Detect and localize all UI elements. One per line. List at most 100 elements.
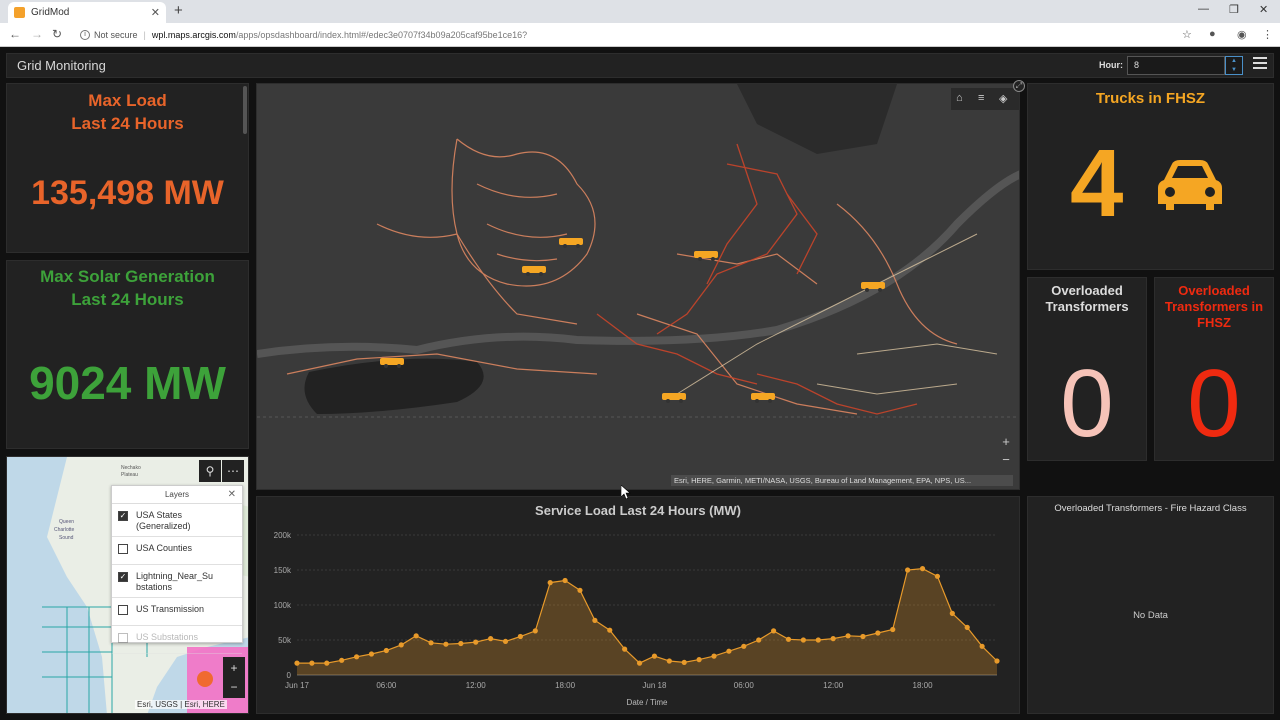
checkbox-icon[interactable]: [118, 605, 128, 615]
data-point: [368, 651, 375, 657]
layer-list-icon[interactable]: ◈: [999, 92, 1007, 105]
x-tick-label: 18:00: [555, 681, 576, 690]
truck-icon[interactable]: [660, 390, 690, 404]
layer-label: USA States (Generalized): [136, 510, 191, 531]
hour-label: Hour:: [1099, 60, 1123, 70]
truck-icon[interactable]: [557, 235, 587, 249]
hamburger-menu-icon[interactable]: [1253, 57, 1267, 71]
layers-header: Layers ✕: [112, 486, 242, 504]
layer-item-lightning[interactable]: ✓ Lightning_Near_Substations: [112, 565, 242, 598]
x-tick-label: Jun 18: [642, 681, 667, 690]
bookmark-star-icon[interactable]: ☆: [1182, 28, 1192, 41]
forward-icon[interactable]: →: [31, 27, 43, 41]
layer-item-us-transmission[interactable]: US Transmission: [112, 598, 242, 626]
data-point: [651, 653, 658, 659]
data-point: [473, 639, 479, 645]
max-load-title-1: Max Load: [88, 91, 167, 110]
dashboard-header: Grid Monitoring Hour: 8 ▲ ▼: [6, 53, 1274, 78]
data-point: [666, 658, 672, 664]
overloaded-fhsz-value: 0: [1187, 350, 1241, 457]
truck-icon[interactable]: [378, 355, 408, 369]
map-zoom-out-button[interactable]: −: [995, 452, 1017, 470]
map-label-queen: Queen: [59, 519, 75, 525]
browser-menu-icon[interactable]: ⋮: [1262, 28, 1273, 41]
minimize-icon[interactable]: —: [1198, 3, 1209, 15]
data-point: [741, 643, 747, 649]
truck-icon[interactable]: [749, 390, 779, 404]
back-icon[interactable]: ←: [9, 27, 21, 41]
checkbox-checked-icon[interactable]: ✓: [118, 572, 128, 582]
home-icon[interactable]: ⌂: [956, 92, 963, 104]
data-point: [413, 633, 419, 639]
profile-avatar-icon[interactable]: ◉: [1237, 28, 1247, 41]
extension-icon[interactable]: ●: [1209, 28, 1216, 40]
layer-item-usa-states[interactable]: ✓ USA States (Generalized): [112, 504, 242, 537]
map-label-sound: Sound: [59, 535, 74, 541]
data-point: [875, 630, 881, 636]
data-point: [726, 648, 732, 654]
checkbox-icon[interactable]: [118, 633, 128, 643]
restore-icon[interactable]: ❐: [1229, 3, 1239, 16]
map-more-icon[interactable]: ⋯: [222, 460, 244, 482]
layers-title: Layers: [164, 490, 189, 499]
address-bar: ← → ↻ i Not secure | wpl.maps.arcgis.com…: [0, 23, 1280, 47]
fire-hazard-title: Overloaded Transformers - Fire Hazard Cl…: [1054, 503, 1247, 514]
legend-icon[interactable]: ≡: [978, 92, 984, 104]
data-point: [681, 659, 687, 665]
checkbox-icon[interactable]: [118, 544, 128, 554]
map-zoom-in-button[interactable]: +: [995, 434, 1017, 452]
window-close-icon[interactable]: ✕: [1259, 3, 1268, 16]
data-point: [905, 567, 911, 573]
max-load-title-2: Last 24 Hours: [71, 114, 184, 133]
data-point: [815, 637, 821, 643]
trucks-title: Trucks in FHSZ: [1095, 90, 1206, 107]
data-point: [756, 637, 762, 643]
data-point: [339, 657, 345, 663]
arcgis-favicon-icon: [14, 7, 25, 18]
main-map[interactable]: ⌂ ≡ ◈ + − Esri, HERE, Garmin, METI/NASA,…: [256, 83, 1020, 490]
layer-item-us-substations[interactable]: US Substations: [112, 626, 242, 654]
data-point: [845, 633, 851, 639]
new-tab-button[interactable]: +: [174, 2, 183, 19]
map-search-icon[interactable]: ⚲: [199, 460, 221, 482]
data-point: [353, 654, 360, 660]
data-point: [398, 642, 404, 648]
layers-close-icon[interactable]: ✕: [228, 486, 236, 503]
data-point: [517, 633, 524, 640]
max-solar-indicator: Max Solar Generation Last 24 Hours 9024 …: [6, 260, 249, 449]
checkbox-checked-icon[interactable]: ✓: [118, 511, 128, 521]
truck-icon[interactable]: [692, 248, 722, 262]
dashboard-title: Grid Monitoring: [17, 58, 106, 73]
data-point: [696, 657, 702, 663]
layer-item-usa-counties[interactable]: USA Counties: [112, 537, 242, 565]
map-attribution: Esri, HERE, Garmin, METI/NASA, USGS, Bur…: [671, 475, 1013, 486]
url-field[interactable]: i Not secure | wpl.maps.arcgis.com /apps…: [80, 26, 1200, 44]
map-fullscreen-icon[interactable]: ⤢: [1013, 80, 1025, 92]
close-tab-icon[interactable]: ✕: [151, 6, 160, 19]
map-label-nechako: Nechako: [121, 465, 141, 471]
y-tick-label: 50k: [278, 636, 292, 645]
hour-stepper[interactable]: ▲ ▼: [1225, 56, 1243, 75]
overview-map[interactable]: Nechako Plateau Queen Charlotte Sound ⚲ …: [6, 456, 249, 714]
data-point: [547, 580, 553, 586]
truck-icon[interactable]: [520, 263, 550, 277]
hour-input[interactable]: 8: [1127, 56, 1225, 75]
data-point: [934, 573, 941, 579]
browser-tab[interactable]: GridMod ✕: [8, 2, 166, 23]
data-point: [383, 647, 389, 654]
data-point: [622, 646, 628, 652]
data-point: [607, 627, 613, 633]
info-icon[interactable]: i: [80, 30, 90, 40]
map-label-plateau: Plateau: [121, 472, 138, 478]
x-tick-label: Jun 17: [285, 681, 310, 690]
scrollbar[interactable]: [243, 86, 247, 134]
zoom-out-button[interactable]: −: [223, 676, 245, 698]
data-point: [890, 626, 896, 633]
max-load-value: 135,498 MW: [31, 174, 224, 212]
truck-icon[interactable]: [859, 279, 889, 293]
overloaded-transformers-indicator: Overloaded Transformers 0: [1027, 277, 1147, 461]
data-point: [294, 660, 300, 666]
trucks-value: 4: [1070, 130, 1124, 237]
service-load-chart: Service Load Last 24 Hours (MW) 0 50k 100k…: [256, 496, 1020, 714]
reload-icon[interactable]: ↻: [52, 27, 62, 41]
